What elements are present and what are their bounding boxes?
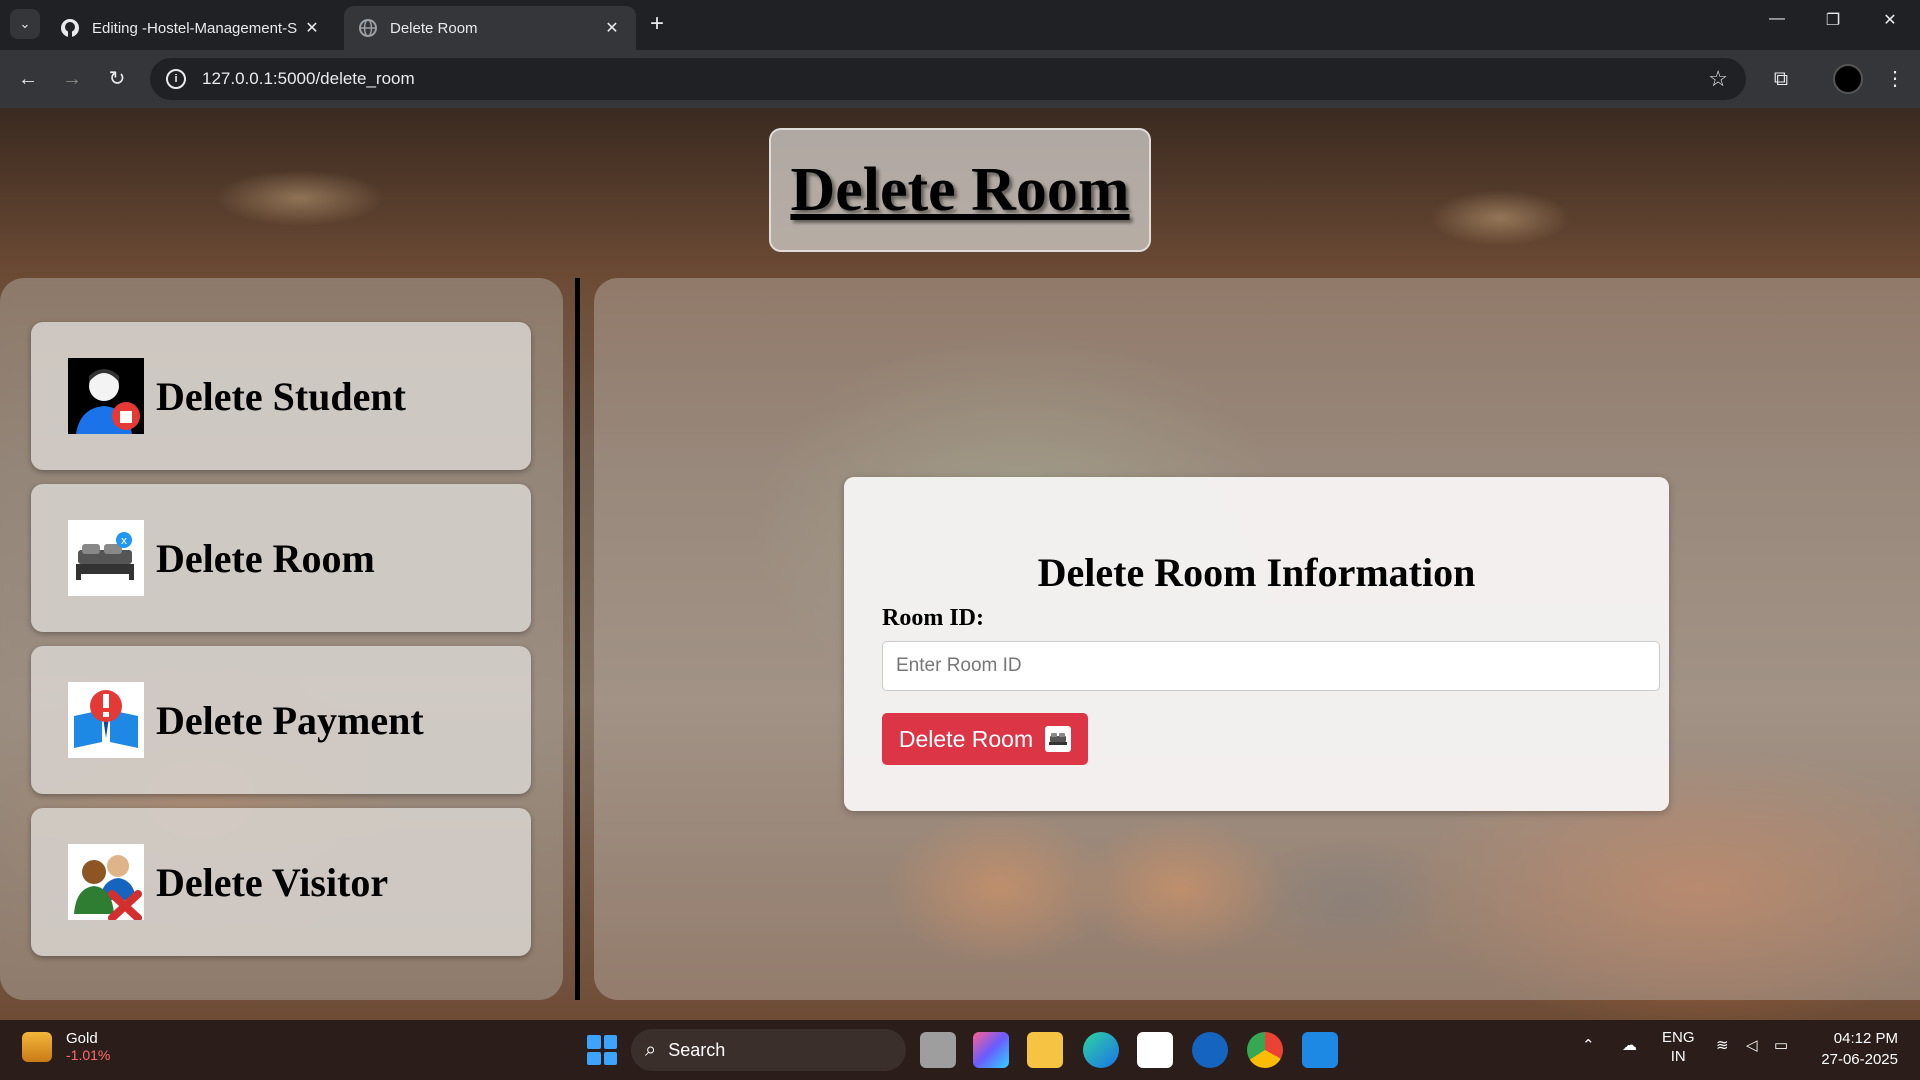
delete-room-form: Delete Room Information Room ID: Delete … [844,477,1669,811]
sidebar-item-label: Delete Visitor [156,859,389,905]
file-explorer-icon[interactable] [1027,1032,1063,1068]
region: IN [1670,1048,1686,1065]
sidebar-item-label: Delete Payment [156,697,424,743]
form-heading: Delete Room Information [1037,550,1476,595]
dell-icon[interactable] [1192,1032,1228,1068]
clock[interactable]: 04:12 PM 27-06-2025 [1821,1028,1898,1070]
volume-icon[interactable]: ◁ [1746,1036,1758,1054]
tab-delete-room[interactable]: Delete Room ✕ [344,6,636,50]
reload-icon[interactable]: ↻ [103,65,131,93]
gold-coins-icon [22,1031,52,1062]
profile-avatar[interactable] [1833,64,1863,94]
site-info-icon[interactable]: i [166,69,186,89]
room-id-input[interactable] [882,641,1660,691]
sidebar-item-delete-payment[interactable]: Delete Payment [31,646,531,794]
tab-search-button[interactable]: ⌄ [10,9,40,39]
payment-alert-icon [68,682,144,758]
sidebar: Delete Student x Delete Room Delete Paym… [0,278,563,1000]
language: ENG [1662,1029,1695,1046]
widget-name: Gold [66,1030,98,1047]
gold-widget[interactable]: Gold -1.01% [22,1030,110,1063]
delete-room-button[interactable]: Delete Room [882,713,1088,765]
sidebar-item-label: Delete Room [156,535,375,581]
onedrive-icon[interactable]: ☁ [1622,1036,1637,1054]
window-close-icon[interactable]: ✕ [1870,10,1910,30]
tab-title: Editing -Hostel-Management-S [92,19,298,37]
copilot-icon[interactable] [973,1032,1009,1068]
minimize-icon[interactable]: — [1757,10,1797,28]
page-title: Delete Room [790,155,1130,224]
student-delete-icon [68,358,144,434]
sidebar-item-delete-visitor[interactable]: Delete Visitor [31,808,531,956]
page-background: Delete Room Delete Student x Delete Room… [0,108,1920,1020]
more-menu-icon[interactable]: ⋮ [1880,64,1910,94]
windows-taskbar: Gold -1.01% ⌕ Search ⌃ ☁ ENG IN ≋ ◁ ▭ 04… [0,1020,1920,1080]
microsoft-store-icon[interactable] [1137,1032,1173,1068]
new-tab-button[interactable]: + [650,12,664,36]
wifi-icon[interactable]: ≋ [1716,1036,1729,1054]
sidebar-item-label: Delete Student [156,373,406,419]
bed-delete-icon: x [68,520,144,596]
search-placeholder: Search [668,1039,726,1060]
search-icon: ⌕ [645,1038,657,1061]
taskbar-search[interactable]: ⌕ Search [631,1029,906,1071]
windows-start-icon[interactable] [584,1032,620,1068]
vertical-divider [575,278,580,1000]
language-indicator[interactable]: ENG IN [1662,1028,1695,1066]
bed-icon [1045,726,1072,752]
edge-icon[interactable] [1083,1032,1119,1068]
visitor-delete-icon [68,844,144,920]
delete-room-button-label: Delete Room [898,725,1034,752]
browser-tabbar: ⌄ Editing -Hostel-Management-S ✕ Delete … [0,0,1920,50]
extensions-icon[interactable]: ⧉ [1766,64,1796,94]
svg-text:x: x [121,534,128,547]
battery-icon[interactable]: ▭ [1774,1036,1788,1054]
browser-toolbar: ← → ↻ i 127.0.0.1:5000/delete_room ☆ ⧉ ⋮ [0,50,1920,108]
vscode-icon[interactable] [1302,1032,1338,1068]
back-arrow-icon[interactable]: ← [14,65,42,93]
room-id-label: Room ID: [882,605,984,631]
restore-icon[interactable]: ❐ [1813,10,1853,30]
address-bar[interactable]: i 127.0.0.1:5000/delete_room ☆ [150,58,1746,100]
page-title-box: Delete Room [769,128,1151,252]
chevron-up-icon[interactable]: ⌃ [1582,1036,1595,1054]
close-icon[interactable]: ✕ [602,18,622,38]
chrome-icon[interactable] [1247,1032,1283,1068]
tab-github-editor[interactable]: Editing -Hostel-Management-S ✕ [46,6,336,50]
date: 27-06-2025 [1821,1051,1898,1068]
sidebar-item-delete-room[interactable]: x Delete Room [31,484,531,632]
url-text: 127.0.0.1:5000/delete_room [202,69,415,88]
github-icon [61,19,79,37]
sidebar-item-delete-student[interactable]: Delete Student [31,322,531,470]
bookmark-star-icon[interactable]: ☆ [1708,66,1728,92]
task-view-icon[interactable] [920,1032,956,1068]
close-icon[interactable]: ✕ [302,18,322,38]
widget-change: -1.01% [66,1047,111,1063]
tab-title: Delete Room [390,19,478,37]
forward-arrow-icon[interactable]: → [58,65,86,93]
globe-icon [359,19,377,37]
time: 04:12 PM [1833,1030,1898,1047]
